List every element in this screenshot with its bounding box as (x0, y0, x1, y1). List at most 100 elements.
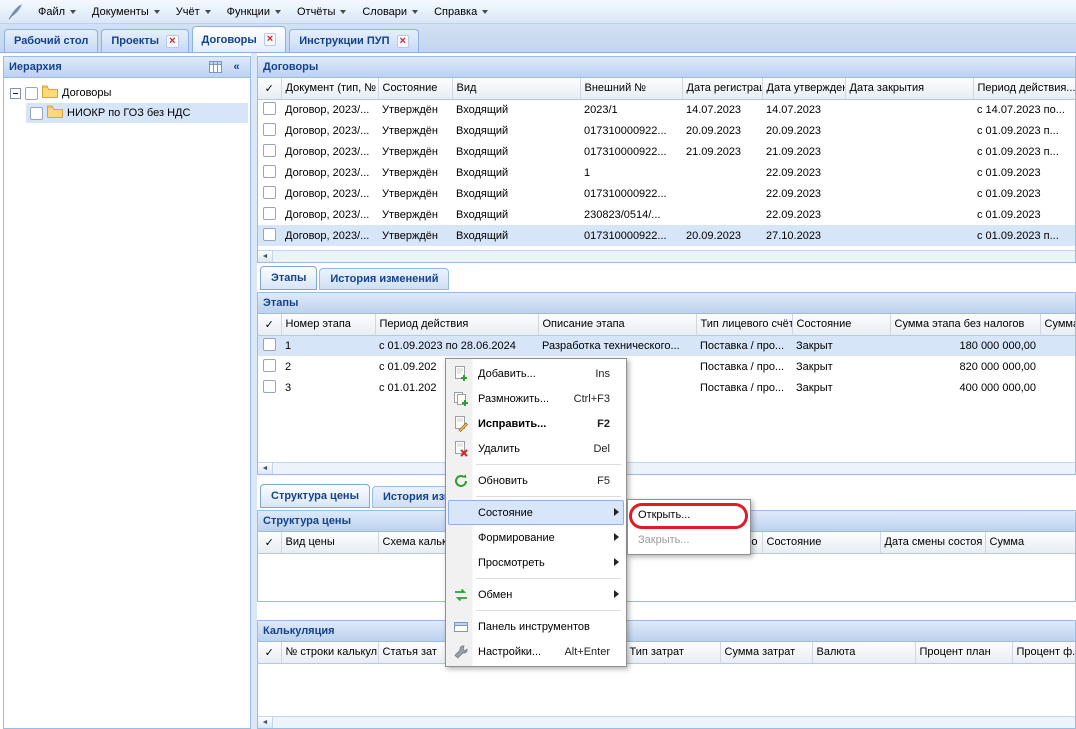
select-all-header[interactable]: ✓ (258, 78, 281, 99)
column-header[interactable]: Сумма (1040, 314, 1075, 335)
menu-help[interactable]: Справка (426, 2, 496, 22)
column-header[interactable]: Процент план (915, 642, 1012, 663)
caret-down-icon (205, 10, 211, 14)
close-icon[interactable]: × (397, 35, 409, 48)
column-header[interactable]: Номер этапа (281, 314, 375, 335)
column-header[interactable]: Тип лицевого счёт (696, 314, 792, 335)
menu-item-toolbar[interactable]: Панель инструментов (448, 614, 624, 639)
table-row[interactable]: 2с 01.09.202очей конс...Поставка / про..… (258, 356, 1075, 377)
select-all-header[interactable]: ✓ (258, 532, 281, 553)
table-row[interactable]: 1с 01.09.2023 по 28.06.2024Разработка те… (258, 335, 1075, 356)
menu-item-delete[interactable]: Удалить Del (448, 436, 624, 461)
menu-functions[interactable]: Функции (219, 2, 289, 22)
table-cell: Утверждён (378, 141, 452, 162)
row-checkbox[interactable] (263, 165, 276, 178)
tree-checkbox[interactable] (30, 107, 43, 120)
column-header[interactable]: Дата утверждения (762, 78, 845, 99)
column-header[interactable]: № строки калькул (281, 642, 378, 663)
table-row[interactable]: Договор, 2023/...УтверждёнВходящий017310… (258, 141, 1075, 162)
column-header[interactable]: Документ (тип, № (281, 78, 378, 99)
column-header[interactable]: Сумма (985, 532, 1075, 553)
scroll-left-icon[interactable]: ◄ (258, 463, 273, 474)
row-checkbox[interactable] (263, 228, 276, 241)
menu-documents[interactable]: Документы (84, 2, 168, 22)
column-header[interactable]: Описание этапа (538, 314, 696, 335)
tab-label: Инструкции ПУП (299, 35, 389, 47)
collapse-panel-icon[interactable]: « (228, 59, 245, 75)
tree-checkbox[interactable] (25, 87, 38, 100)
table-cell (845, 183, 973, 204)
tab-price-structure[interactable]: Структура цены (260, 484, 370, 508)
column-header[interactable]: Вид (452, 78, 580, 99)
tab-stages-history[interactable]: История изменений (319, 268, 449, 290)
menu-item-duplicate[interactable]: Размножить... Ctrl+F3 (448, 386, 624, 411)
row-checkbox[interactable] (263, 380, 276, 393)
menu-item-formation[interactable]: Формирование (448, 525, 624, 550)
close-icon[interactable]: × (166, 35, 178, 48)
tab-contracts[interactable]: Договоры× (192, 26, 287, 52)
menu-item-exchange[interactable]: Обмен (448, 582, 624, 607)
table-cell: Договор, 2023/... (281, 225, 378, 246)
column-header[interactable]: Дата закрытия (845, 78, 973, 99)
menu-accounting[interactable]: Учёт (168, 2, 219, 22)
contracts-hscrollbar[interactable]: ◄ (258, 250, 1075, 262)
table-row[interactable]: Договор, 2023/...УтверждёнВходящий2023/1… (258, 99, 1075, 120)
tab-desktop[interactable]: Рабочий стол (4, 29, 98, 52)
menu-item-add[interactable]: Добавить... Ins (448, 361, 624, 386)
tab-pup-instructions[interactable]: Инструкции ПУП × (289, 29, 419, 52)
column-header[interactable]: Состояние (378, 78, 452, 99)
row-checkbox[interactable] (263, 123, 276, 136)
column-header[interactable]: Период действия (375, 314, 538, 335)
column-header[interactable]: Состояние (762, 532, 880, 553)
menu-item-state[interactable]: Состояние (448, 500, 624, 525)
table-row[interactable]: 3с 01.01.202зделия и ...Поставка / про..… (258, 377, 1075, 398)
menu-item-refresh[interactable]: Обновить F5 (448, 468, 624, 493)
calc-hscrollbar[interactable]: ◄ (258, 716, 1075, 728)
column-header[interactable]: Внешний № (580, 78, 682, 99)
close-icon[interactable]: × (264, 33, 276, 46)
scroll-left-icon[interactable]: ◄ (258, 251, 273, 262)
tree-item-niokr[interactable]: НИОКР по ГОЗ без НДС (26, 103, 248, 123)
table-cell (845, 162, 973, 183)
table-row[interactable]: Договор, 2023/...УтверждёнВходящий017310… (258, 183, 1075, 204)
select-all-header[interactable]: ✓ (258, 642, 281, 663)
tab-projects[interactable]: Проекты× (101, 29, 188, 52)
menu-item-settings[interactable]: Настройки... Alt+Enter (448, 639, 624, 664)
tree-item-contracts[interactable]: Договоры (6, 83, 248, 103)
grid-settings-icon[interactable] (207, 59, 224, 75)
row-checkbox[interactable] (263, 186, 276, 199)
column-header[interactable]: Сумма этапа без налогов (890, 314, 1040, 335)
row-checkbox[interactable] (263, 338, 276, 351)
column-header[interactable]: Валюта (812, 642, 915, 663)
collapse-node-icon[interactable] (10, 88, 21, 99)
column-header[interactable]: Период действия... (973, 78, 1075, 99)
tab-label: Рабочий стол (14, 35, 88, 47)
column-header[interactable]: Дата регистрации. (682, 78, 762, 99)
select-all-header[interactable]: ✓ (258, 314, 281, 335)
row-checkbox[interactable] (263, 144, 276, 157)
menu-file[interactable]: Файл (30, 2, 84, 22)
scroll-left-icon[interactable]: ◄ (258, 717, 273, 728)
row-checkbox[interactable] (263, 102, 276, 115)
menu-dictionaries[interactable]: Словари (354, 2, 426, 22)
menu-shortcut: Del (593, 443, 620, 455)
column-header[interactable]: Состояние (792, 314, 890, 335)
column-header[interactable]: Тип затрат (625, 642, 720, 663)
menu-item-edit[interactable]: Исправить... F2 (448, 411, 624, 436)
row-checkbox[interactable] (263, 359, 276, 372)
table-row[interactable]: Договор, 2023/...УтверждёнВходящий017310… (258, 225, 1075, 246)
table-row[interactable]: Договор, 2023/...УтверждёнВходящий230823… (258, 204, 1075, 225)
menu-item-label: Открыть... (638, 509, 690, 521)
column-header[interactable]: Процент ф... (1012, 642, 1075, 663)
stages-hscrollbar[interactable]: ◄ (258, 462, 1075, 474)
tab-stages[interactable]: Этапы (260, 266, 317, 290)
column-header[interactable]: Сумма затрат (720, 642, 812, 663)
table-row[interactable]: Договор, 2023/...УтверждёнВходящий017310… (258, 120, 1075, 141)
table-row[interactable]: Договор, 2023/...УтверждёнВходящий122.09… (258, 162, 1075, 183)
menu-item-view[interactable]: Просмотреть (448, 550, 624, 575)
menu-item-open[interactable]: Открыть... (630, 502, 748, 527)
menu-reports[interactable]: Отчёты (289, 2, 354, 22)
row-checkbox[interactable] (263, 207, 276, 220)
column-header[interactable]: Вид цены (281, 532, 378, 553)
column-header[interactable]: Дата смены состоя (880, 532, 985, 553)
